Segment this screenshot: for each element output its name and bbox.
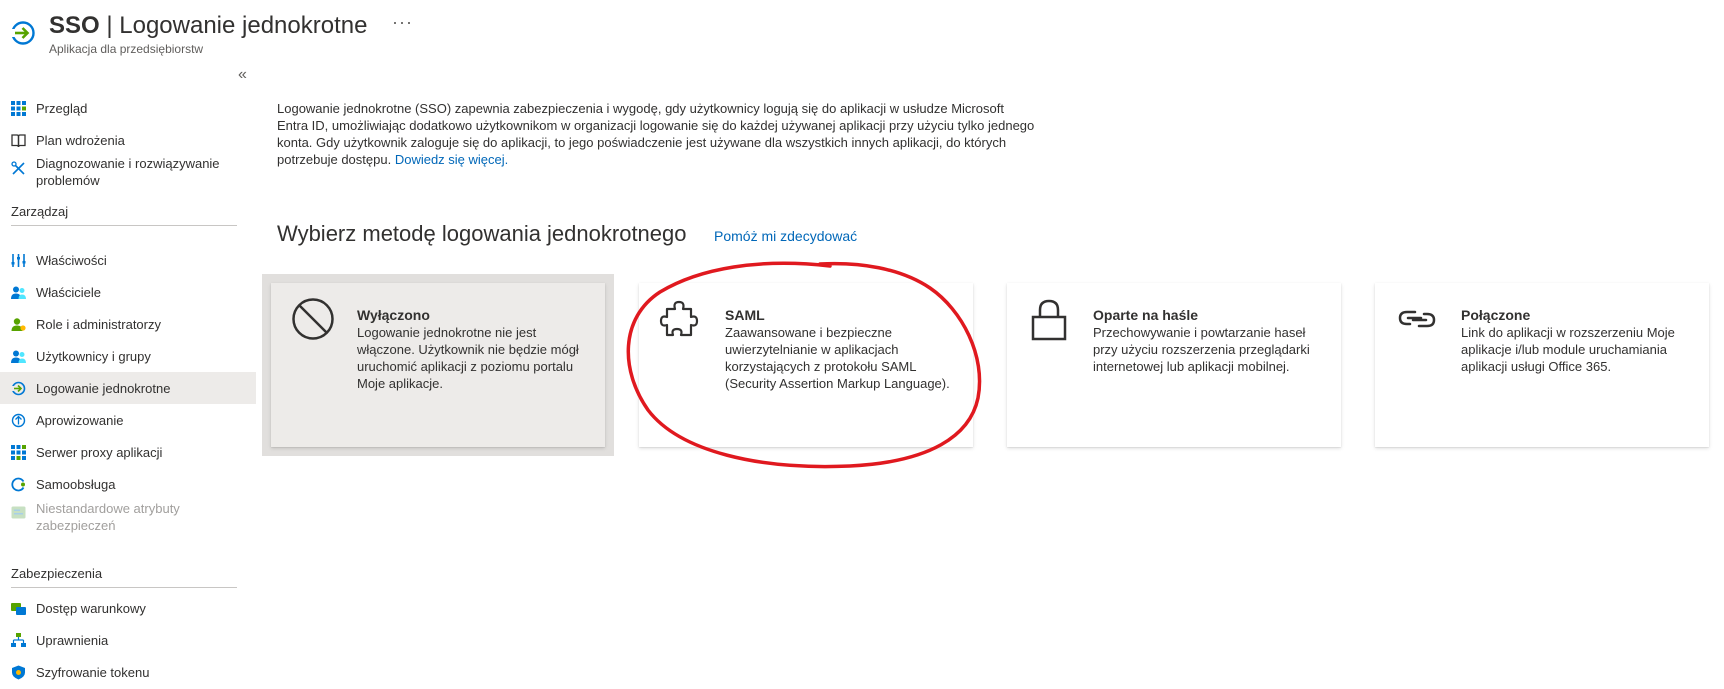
sidebar-item-label: Samoobsługa (36, 476, 116, 492)
sso-tile-disabled[interactable]: Wyłączono Logowanie jednokrotne nie jest… (271, 283, 605, 447)
sidebar-item-label: Serwer proxy aplikacji (36, 444, 163, 460)
sidebar-item-label: Logowanie jednokrotne (36, 380, 171, 396)
sidebar-item-provisioning[interactable]: Aprowizowanie (0, 404, 256, 436)
sidebar-item-conditional-access[interactable]: Dostęp warunkowy (0, 592, 256, 624)
sidebar-item-app-proxy[interactable]: Serwer proxy aplikacji (0, 436, 256, 468)
self-service-icon (11, 477, 25, 492)
sidebar-item-label: Niestandardowe atrybuty zabezpieczeń (36, 501, 180, 533)
roles-icon (11, 318, 26, 331)
sso-arrow-icon (11, 381, 26, 396)
page-subtitle: Aplikacja dla przedsiębiorstw (49, 42, 204, 56)
sso-tile-linked[interactable]: Połączone Link do aplikacji w rozszerzen… (1375, 283, 1709, 447)
page-title-rest: | Logowanie jednokrotne (99, 12, 368, 39)
shield-icon (12, 665, 25, 680)
page-header: SSO | Logowanie jednokrotne ··· Aplikacj… (0, 0, 1724, 62)
page-title-strong: SSO (49, 12, 100, 39)
sidebar-item-self-service[interactable]: Samoobsługa (0, 468, 256, 500)
provisioning-icon (11, 413, 26, 428)
security-divider (11, 587, 237, 588)
sidebar-item-diagnose[interactable]: Diagnozowanie i rozwiązywanie problemów (0, 153, 256, 191)
sidebar-item-token-encryption[interactable]: Szyfrowanie tokenu (0, 656, 256, 688)
sidebar-item-users-groups[interactable]: Użytkownicy i grupy (0, 340, 256, 372)
learn-more-link[interactable]: Dowiedz się więcej. (395, 152, 508, 167)
sidebar-item-deployment-plan[interactable]: Plan wdrożenia (0, 124, 256, 156)
tile-title: Połączone (1461, 307, 1531, 323)
conditional-access-icon (11, 603, 26, 615)
tile-title: Oparte na haśle (1093, 307, 1199, 323)
sidebar-item-label: Plan wdrożenia (36, 132, 125, 148)
tile-title: Wyłączono (357, 307, 430, 323)
sidebar-item-custom-attributes: Niestandardowe atrybuty zabezpieczeń (0, 497, 256, 537)
sidebar-item-permissions[interactable]: Uprawnienia (0, 624, 256, 656)
sidebar-item-label: Dostęp warunkowy (36, 600, 146, 616)
page-title: SSO | Logowanie jednokrotne (49, 12, 367, 40)
sidebar-item-label: Role i administratorzy (36, 316, 161, 332)
sidebar-item-label: Właściwości (36, 252, 107, 268)
sidebar-item-properties[interactable]: Właściwości (0, 244, 256, 276)
manage-divider (11, 225, 237, 226)
sliders-icon (11, 254, 26, 267)
sso-tile-saml[interactable]: SAML Zaawansowane i bezpieczne uwierzyte… (639, 283, 973, 447)
sidebar-item-label: Aprowizowanie (36, 412, 124, 428)
wrench-icon (11, 161, 25, 175)
link-icon (1398, 310, 1436, 328)
sidebar-item-label: Szyfrowanie tokenu (36, 664, 150, 680)
sidebar-item-overview[interactable]: Przegląd (0, 92, 256, 124)
sidebar-item-label: Diagnozowanie i rozwiązywanie problemów (36, 156, 220, 188)
sidebar-item-owners[interactable]: Właściciele (0, 276, 256, 308)
sidebar-item-label: Użytkownicy i grupy (36, 348, 151, 364)
puzzle-icon (659, 300, 699, 337)
book-icon (11, 134, 26, 148)
owners-icon (11, 286, 26, 299)
choose-method-heading: Wybierz metodę logowania jednokrotnego (277, 221, 687, 246)
tile-description: Przechowywanie i powtarzanie haseł przy … (1093, 325, 1310, 374)
manage-section-heading: Zarządzaj (11, 204, 69, 219)
tile-description: Link do aplikacji w rozszerzeniu Moje ap… (1461, 325, 1675, 374)
disabled-circle-icon (292, 298, 334, 340)
tile-description: Logowanie jednokrotne nie jest włączone.… (357, 325, 579, 391)
users-groups-icon (11, 350, 26, 363)
sidebar-item-label: Uprawnienia (36, 632, 109, 648)
sidebar-item-label: Przegląd (36, 100, 88, 116)
sidebar-item-sso[interactable]: Logowanie jednokrotne (0, 372, 256, 404)
tile-description: Zaawansowane i bezpieczne uwierzytelnian… (725, 325, 950, 391)
padlock-icon (1031, 299, 1067, 341)
custom-attributes-icon (11, 506, 26, 519)
sso-app-icon (10, 21, 35, 45)
sidebar-item-roles[interactable]: Role i administratorzy (0, 308, 256, 340)
permissions-icon (11, 633, 26, 647)
collapse-sidebar-button[interactable]: « (238, 66, 247, 84)
security-section-heading: Zabezpieczenia (11, 566, 103, 581)
sso-description: Logowanie jednokrotne (SSO) zapewnia zab… (277, 100, 1037, 168)
help-me-decide-link[interactable]: Pomóż mi zdecydować (714, 228, 857, 244)
proxy-grid-icon (11, 445, 26, 460)
sidebar-item-label: Właściciele (36, 284, 102, 300)
sso-description-text: Logowanie jednokrotne (SSO) zapewnia zab… (277, 101, 1035, 167)
overview-grid-icon (11, 101, 26, 116)
more-options-button[interactable]: ··· (392, 12, 413, 33)
sso-tile-password[interactable]: Oparte na haśle Przechowywanie i powtarz… (1007, 283, 1341, 447)
tile-title: SAML (725, 307, 765, 323)
